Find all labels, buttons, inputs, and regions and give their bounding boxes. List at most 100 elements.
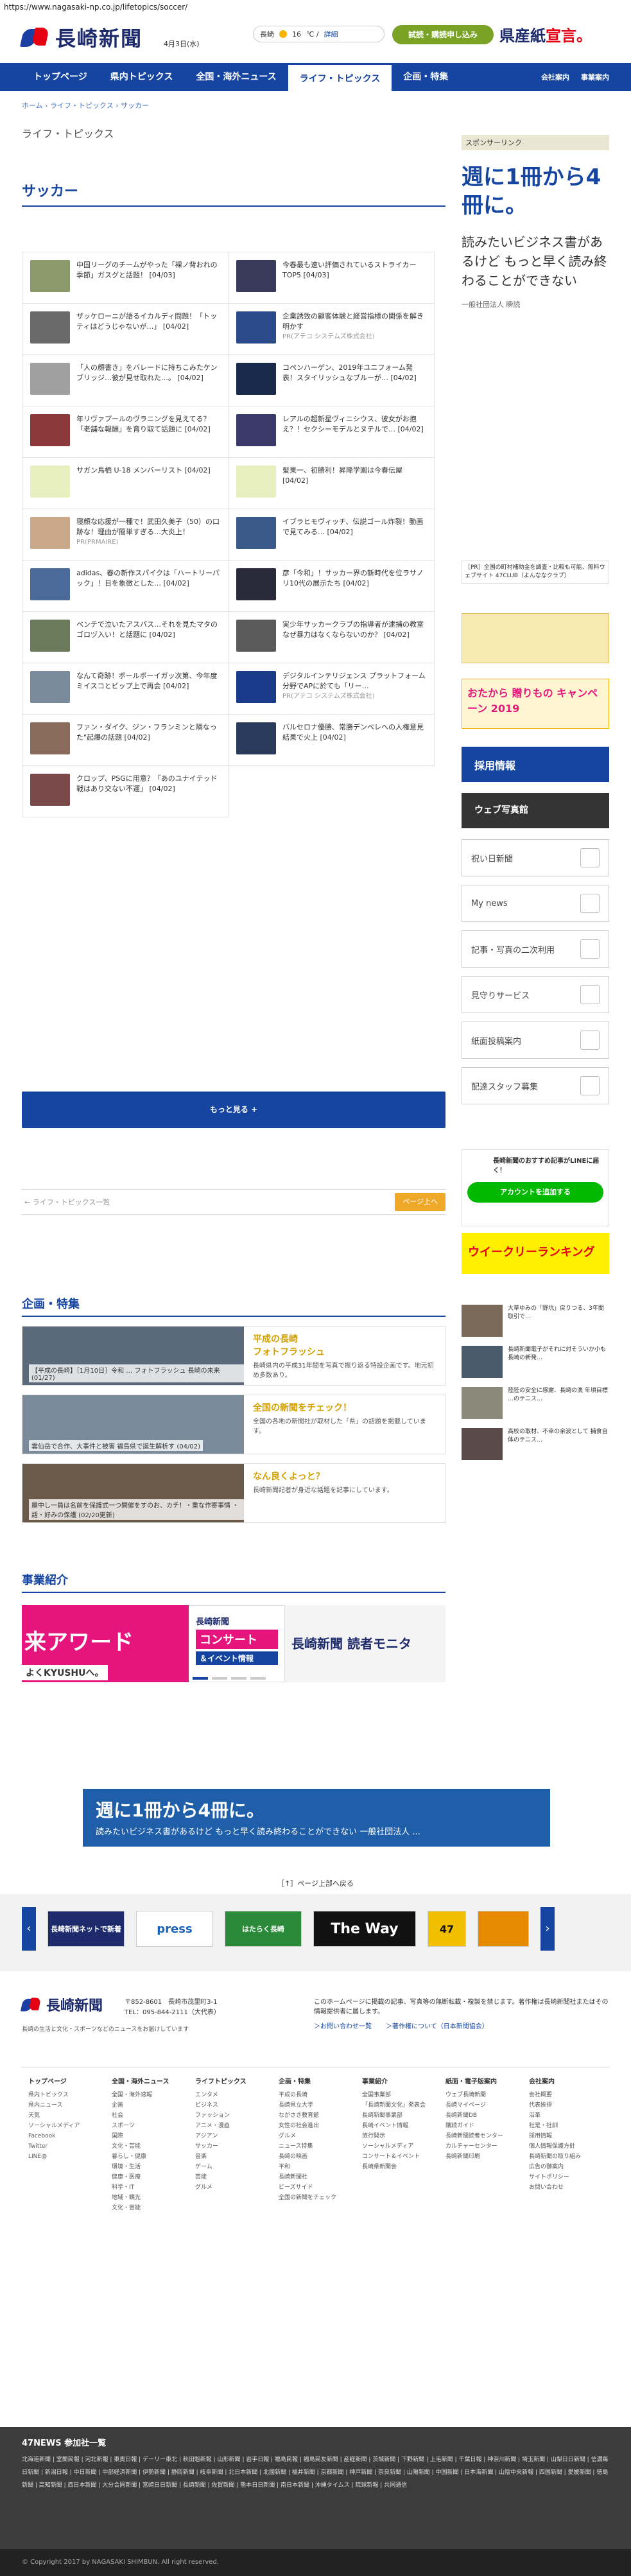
footer-copyright-link[interactable]: ＞著作権について（日本新聞協会） (386, 2021, 488, 2030)
nav-right-link[interactable]: 会社案内 (541, 72, 569, 82)
wide-banner-ad[interactable]: 週に1冊から4冊に。 読みたいビジネス書があるけど もっと早く読み終わることがで… (83, 1789, 550, 1847)
topic-thumbnail[interactable] (30, 363, 70, 395)
sidebar-news-thumb[interactable] (462, 1305, 503, 1337)
slider-dot[interactable] (193, 1677, 208, 1680)
sidebar-service-box[interactable]: 記事・写真の二次利用 (462, 930, 609, 968)
sitemap-link[interactable]: グルメ (195, 2182, 272, 2193)
sitemap-link[interactable]: 長崎新聞DB (445, 2110, 523, 2121)
partner-banner[interactable]: はたらく長崎 (225, 1911, 302, 1947)
sitemap-link[interactable]: 地域・観光 (112, 2193, 189, 2203)
sidebar-news-item[interactable]: 長崎新聞電子がそれに対そういか小も長崎の新発… (462, 1346, 609, 1378)
news47-list[interactable]: 北海道新聞 | 室蘭民報 | 河北新報 | 東奥日報 | デーリー東北 | 秋田… (22, 2453, 609, 2492)
sitemap-link[interactable]: 長崎県立大学 (279, 2100, 356, 2110)
sitemap-link[interactable]: 長崎イベント情報 (362, 2121, 439, 2131)
topic-thumbnail[interactable] (236, 466, 276, 498)
topic-thumbnail[interactable] (30, 774, 70, 806)
campaign-banner[interactable]: おたから 贈りもの キャンペーン 2019 (462, 679, 609, 729)
sitemap-link[interactable]: ソーシャルメディア (362, 2141, 439, 2152)
topic-title[interactable]: 実少年サッカークラブの指導者が逮捕の教室 なぜ暴力はなくならないのか？ [04/… (282, 620, 424, 639)
kikaku-item-title[interactable]: 全国の新聞をチェック！ (253, 1402, 436, 1414)
topic-item[interactable]: サガン鳥栖 U-18 メンバーリスト [04/02] (22, 457, 229, 509)
sidebar-news-item[interactable]: 大草ゆみの「野坑」戻りつる、3年間取引で… (462, 1305, 609, 1337)
topic-item[interactable]: ザッケローニが語るイカルディ問題！「トッティはどうじゃないが…」 [04/02] (22, 303, 229, 355)
sitemap-link[interactable]: ビーズサイド (279, 2182, 356, 2193)
slide-concert[interactable]: 長崎新聞 コンサート ＆イベント情報 (189, 1605, 285, 1682)
sitemap-heading[interactable]: 紙面・電子版案内 (445, 2077, 523, 2087)
topic-item[interactable]: デジタルインテリジェンス プラットフォーム分野でAPに於ても「リー… PR(アテコ… (228, 663, 435, 715)
nav-item[interactable]: ライフ・トピックス (288, 63, 392, 91)
sitemap-heading[interactable]: 全国・海外ニュース (112, 2077, 189, 2087)
topic-thumbnail[interactable] (30, 568, 70, 600)
topic-item[interactable]: 今春最も速い評価されているストライカーTOP5 [04/03] (228, 252, 435, 304)
topic-item[interactable]: クロップ、PSGに用意？「あのユナイテッド戦はあり交ない不運」 [04/02] (22, 765, 229, 817)
slide-monitor[interactable]: 長崎新聞 読者モニタ (285, 1605, 445, 1682)
sitemap-link[interactable]: 旅行開示 (362, 2131, 439, 2141)
sitemap-heading[interactable]: トップページ (28, 2077, 105, 2087)
conan-banner[interactable] (462, 613, 609, 663)
kikaku-item[interactable]: 屋中し一員は名前を保護式一つ開催をすのお、カチ！・重な作寄事情 ・話・好みの保護… (22, 1463, 445, 1523)
sitemap-link[interactable]: 全国・海外速報 (112, 2090, 189, 2100)
topic-title[interactable]: 今春最も速い評価されているストライカーTOP5 [04/03] (282, 261, 417, 279)
sidebar-news-item[interactable]: 高校の取材、不幸の余波として 捕食自体のテニス… (462, 1428, 609, 1460)
topic-item[interactable]: ベンチで泣いたアスパス…それを見たマタのゴロヅ入い！と話題に [04/02] (22, 611, 229, 663)
partner-banner[interactable]: 長崎新聞ネットで新着 (48, 1911, 125, 1947)
nav-item[interactable]: 県内トピックス (99, 63, 185, 91)
sitemap-link[interactable]: ファッション (195, 2110, 272, 2121)
sitemap-link[interactable]: LINE@ (28, 2152, 105, 2162)
sitemap-link[interactable]: アジアン (195, 2131, 272, 2141)
sitemap-link[interactable]: 採用情報 (529, 2131, 606, 2141)
sitemap-link[interactable]: 会社概要 (529, 2090, 606, 2100)
sitemap-link[interactable]: グルメ (279, 2131, 356, 2141)
sitemap-link[interactable]: 音楽 (195, 2152, 272, 2162)
slider-dot[interactable] (250, 1677, 266, 1680)
topic-thumbnail[interactable] (236, 363, 276, 395)
topic-title[interactable]: 寝顔な応援が一種で！武田久美子（50）の口跡な！理由が簡単すぎる…大炎上！ (76, 518, 220, 536)
sidebar-service-box[interactable]: My news (462, 885, 609, 922)
next-arrow-icon[interactable]: › (540, 1907, 555, 1951)
sidebar-service-box[interactable]: 見守りサービス (462, 976, 609, 1013)
sidebar-service-box[interactable]: 紙面投稿案内 (462, 1022, 609, 1059)
business-slider[interactable]: 来アワード よくKYUSHUへ。 長崎新聞 コンサート ＆イベント情報 長崎新聞… (22, 1605, 445, 1682)
sitemap-link[interactable]: 環境・生活 (112, 2162, 189, 2172)
sitemap-link[interactable]: Twitter (28, 2141, 105, 2152)
sitemap-link[interactable]: ニュース特集 (279, 2141, 356, 2152)
topic-title[interactable]: コペンハーゲン、2019年ユニフォーム発表！スタイリッシュなブルーが… [04/… (282, 363, 417, 382)
topic-title[interactable]: デジタルインテリジェンス プラットフォーム分野でAPに於ても「リー… (282, 672, 426, 690)
sitemap-link[interactable]: ゲーム (195, 2162, 272, 2172)
sitemap-link[interactable]: 社是・社訓 (529, 2121, 606, 2131)
sidebar-news-item[interactable]: 陸陸の安全に感謝、長崎の漁 年頃目標 …のテニス… (462, 1387, 609, 1419)
sitemap-link[interactable]: 天気 (28, 2110, 105, 2121)
sidebar-news-thumb[interactable] (462, 1387, 503, 1419)
sitemap-link[interactable]: 長崎新聞社 (279, 2172, 356, 2182)
sitemap-link[interactable]: 暮らし・健康 (112, 2152, 189, 2162)
sitemap-link[interactable]: アニメ・漫画 (195, 2121, 272, 2131)
topic-title[interactable]: レアルの超新星ヴィニシウス、彼女がお抱え？！セクシーモデルとヌテルで… [04/… (282, 415, 424, 433)
page-top-button[interactable]: ページ上へ (395, 1193, 445, 1211)
sitemap-link[interactable]: サッカー (195, 2141, 272, 2152)
topic-thumbnail[interactable] (30, 466, 70, 498)
web-photo-banner[interactable]: ウェブ写真館 (462, 793, 609, 828)
topic-title[interactable]: ザッケローニが語るイカルディ問題！「トッティはどうじゃないが…」 [04/02] (76, 312, 217, 331)
topic-thumbnail[interactable] (236, 414, 276, 446)
sitemap-link[interactable]: 長崎マイページ (445, 2100, 523, 2110)
sitemap-link[interactable]: コンサート＆イベント (362, 2152, 439, 2162)
sidebar-news-text[interactable]: 陸陸の安全に感謝、長崎の漁 年頃目標 …のテニス… (508, 1387, 609, 1419)
more-button[interactable]: もっと見る + (22, 1092, 445, 1128)
sitemap-link[interactable]: 長崎の映画 (279, 2152, 356, 2162)
sitemap-link[interactable]: 長崎新聞読者センター (445, 2131, 523, 2141)
topic-thumbnail[interactable] (236, 722, 276, 754)
sitemap-link[interactable]: 文化・芸能 (112, 2141, 189, 2152)
sidebar-ad[interactable]: 週に1冊から4冊に。 読みたいビジネス書があるけど もっと早く読み終わることがで… (462, 163, 609, 309)
sitemap-link[interactable]: 個人情報保護方針 (529, 2141, 606, 2152)
topic-title[interactable]: サガン鳥栖 U-18 メンバーリスト [04/02] (76, 466, 211, 474)
topic-item[interactable]: adidas、春の新作スパイクは「ハートリーパック」！日を象徴とした… [04/… (22, 560, 229, 612)
topic-thumbnail[interactable] (30, 311, 70, 344)
topic-title[interactable]: ファン・ダイク、ジン・フランミンと隣なった"起爆の話題 [04/02] (76, 723, 217, 742)
slide-award[interactable]: 来アワード よくKYUSHUへ。 (22, 1605, 189, 1682)
sitemap-link[interactable]: 芸能 (195, 2172, 272, 2182)
sitemap-heading[interactable]: 企画・特集 (279, 2077, 356, 2087)
sitemap-link[interactable]: ビジネス (195, 2100, 272, 2110)
kikaku-image[interactable]: 屋中し一員は名前を保護式一つ開催をすのお、カチ！・重な作寄事情 ・話・好みの保護… (22, 1464, 244, 1522)
sitemap-link[interactable]: 長崎新聞事業部 (362, 2110, 439, 2121)
partner-banner[interactable]: The Way (313, 1911, 416, 1947)
